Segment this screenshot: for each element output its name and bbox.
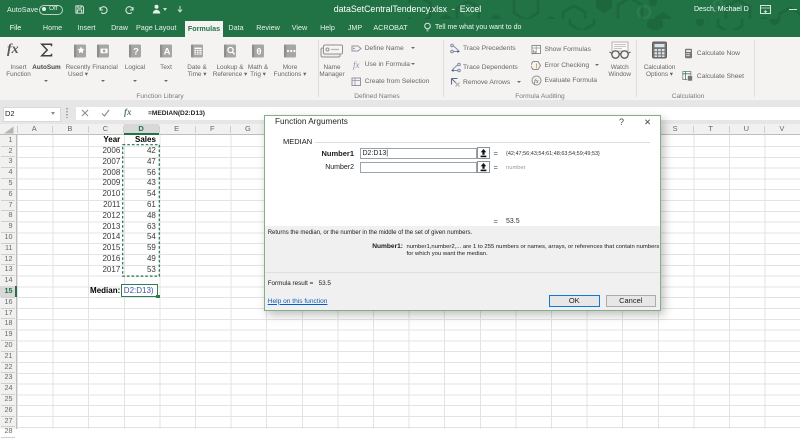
svg-text:!: ! [535, 64, 537, 71]
svg-text:fx: fx [353, 60, 360, 70]
svg-text:A: A [164, 46, 171, 57]
svg-text:?: ? [133, 46, 139, 57]
svg-text:fx: fx [534, 78, 539, 85]
svg-text:θ: θ [256, 46, 261, 57]
svg-text:fx: fx [533, 48, 538, 55]
